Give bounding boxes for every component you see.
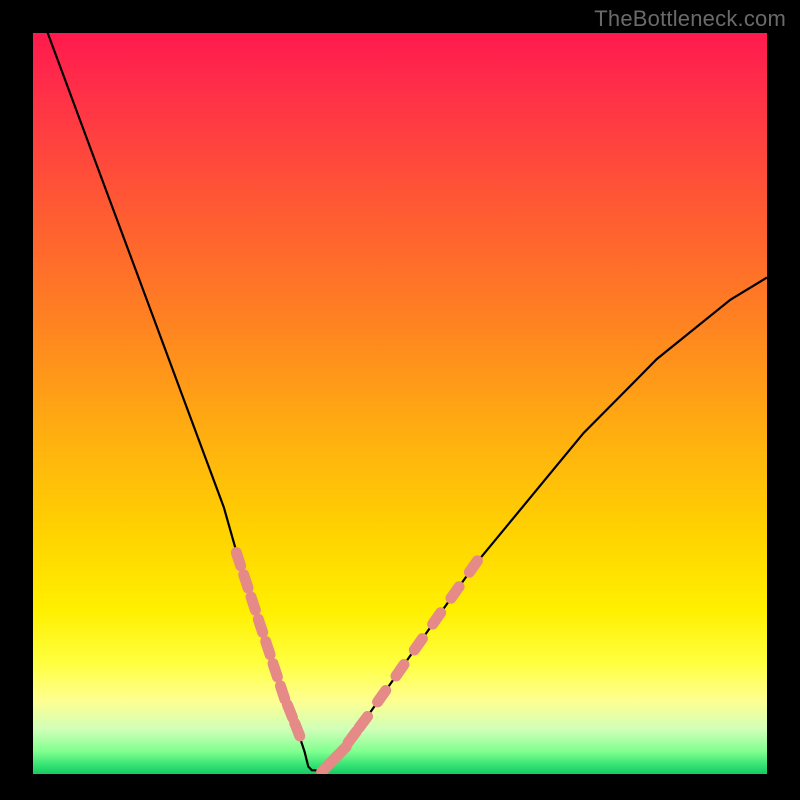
attribution-text: TheBottleneck.com (594, 6, 786, 32)
chart-frame: TheBottleneck.com (0, 0, 800, 800)
overlay-dots-left (236, 553, 299, 737)
overlay-dots-right (322, 561, 478, 772)
bottleneck-curve-svg (33, 33, 767, 774)
plot-area (33, 33, 767, 774)
bottleneck-curve (33, 33, 767, 770)
